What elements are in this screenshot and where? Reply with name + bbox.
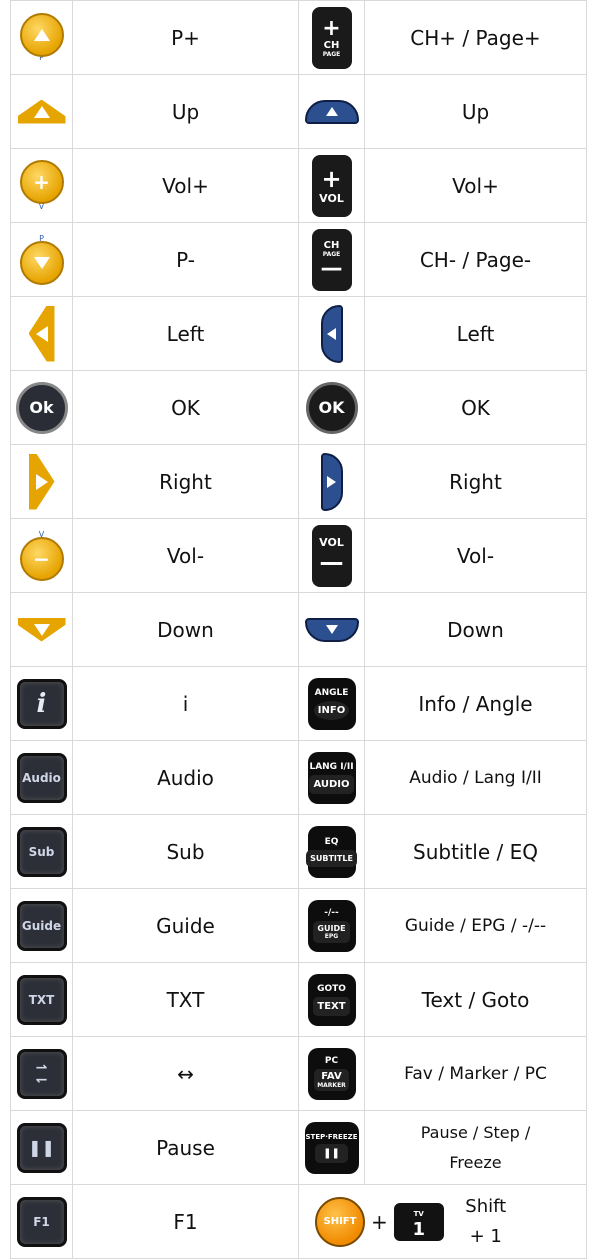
blue-down-arrow-icon xyxy=(298,592,365,667)
right-label: Subtitle / EQ xyxy=(364,814,587,889)
left-label: Left xyxy=(72,296,299,371)
table-row: TXT TXT GOTO TEXT Text / Goto xyxy=(10,962,587,1037)
yellow-vol-plus-icon: + V xyxy=(10,148,73,223)
right-label: Text / Goto xyxy=(364,962,587,1037)
right-label: Fav / Marker / PC xyxy=(364,1036,587,1111)
yellow-vol-minus-icon: V − xyxy=(10,518,73,593)
audio-icon: Audio xyxy=(10,740,73,815)
yellow-left-arrow-icon xyxy=(10,296,73,371)
shift-plus-one-icon: SHIFT + TV 1 Shift + 1 xyxy=(298,1184,587,1259)
table-row: Right Right xyxy=(10,444,587,519)
table-row: Ok OK OK OK xyxy=(10,370,587,445)
table-row: Guide Guide -/-- GUIDE EPG Guide / EPG / -… xyxy=(10,888,587,963)
right-label: Audio / Lang I/II xyxy=(364,740,587,815)
audio-lang-icon: LANG I/II AUDIO xyxy=(298,740,365,815)
pause-icon: ❚❚ xyxy=(10,1110,73,1185)
yellow-down-arrow-icon xyxy=(10,592,73,667)
right-label: Left xyxy=(364,296,587,371)
left-label: P- xyxy=(72,222,299,297)
step-freeze-icon: STEP·FREEZE ❚❚ xyxy=(298,1110,365,1185)
info-i-icon: i xyxy=(10,666,73,741)
yellow-up-arrow-icon xyxy=(10,74,73,149)
fav-marker-icon: PC FAV MARKER xyxy=(298,1036,365,1111)
right-label: Down xyxy=(364,592,587,667)
one-button-icon: TV 1 xyxy=(393,1202,444,1241)
button-mapping-table: P P+ + CH PAGE CH+ / Page+ Up Up + V Vol+ … xyxy=(10,0,587,1259)
table-row: ❚❚ Pause STEP·FREEZE ❚❚ Pause / Step / Fr… xyxy=(10,1110,587,1185)
sub-icon: Sub xyxy=(10,814,73,889)
f1-icon: F1 xyxy=(10,1184,73,1259)
info-angle-icon: ANGLE INFO xyxy=(298,666,365,741)
vol-minus-icon: VOL — xyxy=(298,518,365,593)
left-label: OK xyxy=(72,370,299,445)
right-label: CH- / Page- xyxy=(364,222,587,297)
yellow-p-down-icon: P xyxy=(10,222,73,297)
ch-page-minus-icon: CH PAGE — xyxy=(298,222,365,297)
text-goto-icon: GOTO TEXT xyxy=(298,962,365,1037)
right-label: Guide / EPG / -/-- xyxy=(364,888,587,963)
table-row: Left Left xyxy=(10,296,587,371)
plus-sign: + xyxy=(371,1209,388,1234)
right-label: Info / Angle xyxy=(364,666,587,741)
yellow-p-up-icon: P xyxy=(10,0,73,75)
left-label: Right xyxy=(72,444,299,519)
right-label: Vol- xyxy=(364,518,587,593)
swap-arrows-icon: ⇀ ↽ xyxy=(10,1036,73,1111)
table-row: Sub Sub EQ SUBTITLE Subtitle / EQ xyxy=(10,814,587,889)
ok-icon: Ok xyxy=(10,370,73,445)
left-label: i xyxy=(72,666,299,741)
left-label: Guide xyxy=(72,888,299,963)
table-row: Down Down xyxy=(10,592,587,667)
guide-icon: Guide xyxy=(10,888,73,963)
left-label: Sub xyxy=(72,814,299,889)
left-label: Vol+ xyxy=(72,148,299,223)
left-label: P+ xyxy=(72,0,299,75)
right-label: Vol+ xyxy=(364,148,587,223)
blue-left-arrow-icon xyxy=(298,296,365,371)
left-label: Audio xyxy=(72,740,299,815)
table-row: V − Vol- VOL — Vol- xyxy=(10,518,587,593)
table-row: Up Up xyxy=(10,74,587,149)
shift-button-icon: SHIFT xyxy=(315,1196,365,1247)
table-row: F1 F1 SHIFT + TV 1 Shift + 1 xyxy=(10,1184,587,1259)
ch-page-plus-icon: + CH PAGE xyxy=(298,0,365,75)
left-label: Up xyxy=(72,74,299,149)
left-label: F1 xyxy=(72,1184,299,1259)
table-row: i i ANGLE INFO Info / Angle xyxy=(10,666,587,741)
right-label: Right xyxy=(364,444,587,519)
right-label: CH+ / Page+ xyxy=(364,0,587,75)
right-label: Up xyxy=(364,74,587,149)
blue-up-arrow-icon xyxy=(298,74,365,149)
left-label: Pause xyxy=(72,1110,299,1185)
table-row: + V Vol+ + VOL Vol+ xyxy=(10,148,587,223)
right-label: OK xyxy=(364,370,587,445)
subtitle-eq-icon: EQ SUBTITLE xyxy=(298,814,365,889)
ok-black-icon: OK xyxy=(298,370,365,445)
table-row: Audio Audio LANG I/II AUDIO Audio / Lang … xyxy=(10,740,587,815)
left-label: TXT xyxy=(72,962,299,1037)
guide-epg-icon: -/-- GUIDE EPG xyxy=(298,888,365,963)
table-row: P P+ + CH PAGE CH+ / Page+ xyxy=(10,0,587,75)
vol-plus-icon: + VOL xyxy=(298,148,365,223)
txt-icon: TXT xyxy=(10,962,73,1037)
left-label: Vol- xyxy=(72,518,299,593)
left-label: ↔ xyxy=(72,1036,299,1111)
table-row: P P- CH PAGE — CH- / Page- xyxy=(10,222,587,297)
left-label: Down xyxy=(72,592,299,667)
blue-right-arrow-icon xyxy=(298,444,365,519)
yellow-right-arrow-icon xyxy=(10,444,73,519)
right-label: Pause / Step / Freeze xyxy=(364,1110,587,1185)
right-label: Shift + 1 xyxy=(465,1195,507,1247)
table-row: ⇀ ↽ ↔ PC FAV MARKER Fav / Marker / PC xyxy=(10,1036,587,1111)
